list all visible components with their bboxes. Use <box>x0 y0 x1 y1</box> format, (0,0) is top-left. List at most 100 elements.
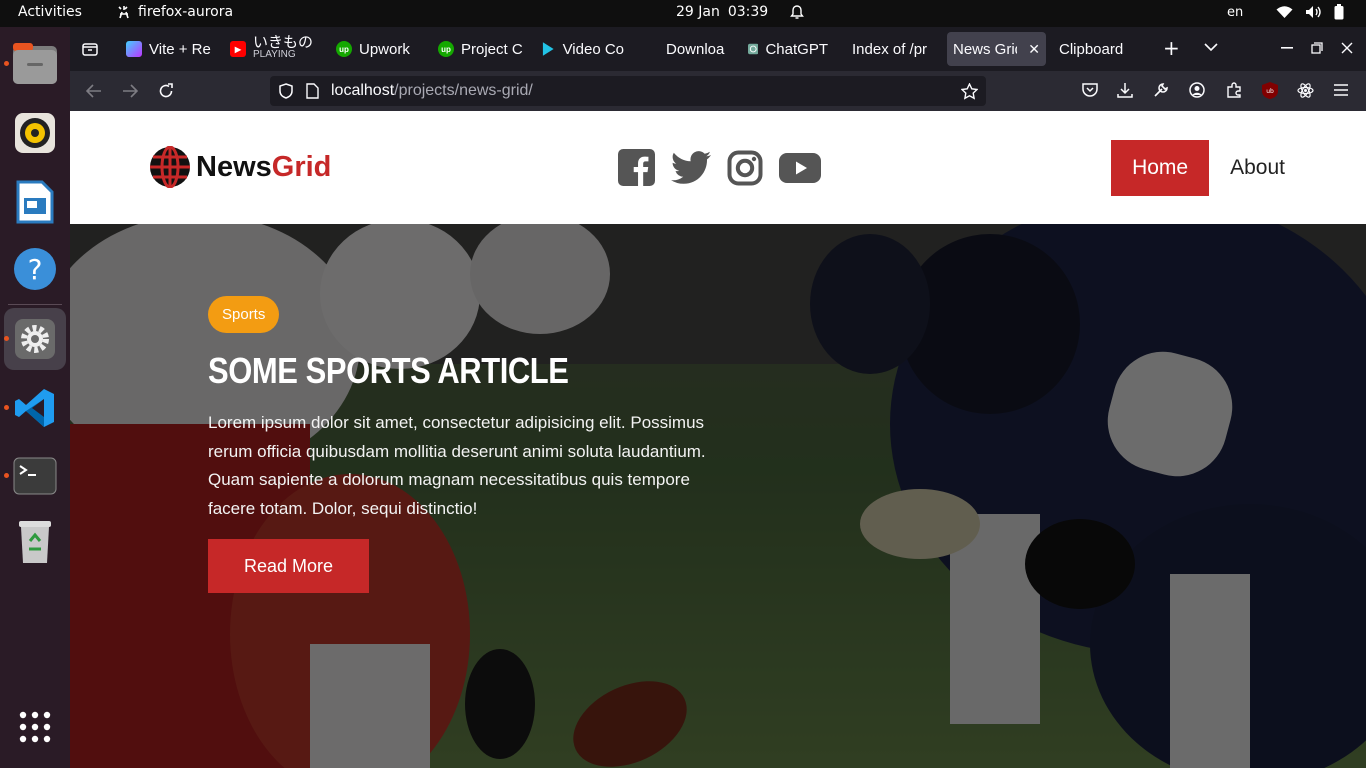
tab-index[interactable]: Index of /pr <box>846 32 940 66</box>
vscode-icon <box>15 389 54 427</box>
dock-files[interactable] <box>4 41 58 87</box>
browser-navbar: localhost/projects/news-grid/ ub <box>70 71 1366 111</box>
downloads-icon[interactable] <box>1117 82 1133 98</box>
tab-project[interactable]: up Project C <box>432 32 526 66</box>
logo-text-grid: Grid <box>271 150 332 183</box>
site-info-shield-icon[interactable] <box>278 83 294 99</box>
page-icon <box>306 83 319 99</box>
back-icon[interactable] <box>86 84 102 98</box>
ublock-origin-icon[interactable]: ub <box>1262 82 1278 99</box>
app-menu-hamburger-icon[interactable] <box>1334 84 1348 96</box>
url-host: localhost <box>331 82 395 99</box>
tab-youtube[interactable]: ▶ いきもの PLAYING <box>224 32 316 66</box>
tab-label: Clipboard <box>1059 40 1124 58</box>
youtube-icon[interactable] <box>779 152 821 184</box>
browser-tab-strip: Vite + Re ▶ いきもの PLAYING up Upwork up Pr… <box>70 27 1366 71</box>
tab-label: News Grid <box>953 40 1018 58</box>
svg-text:?: ? <box>28 253 43 286</box>
battery-icon <box>1334 4 1344 20</box>
close-window-icon[interactable] <box>1341 42 1353 54</box>
nav-about-link[interactable]: About <box>1209 140 1306 196</box>
tab-label: ChatGPT <box>765 40 828 58</box>
input-language[interactable]: en <box>1227 5 1243 20</box>
tab-downloads[interactable]: Downloa <box>660 32 730 66</box>
article-excerpt: Lorem ipsum dolor sit amet, consectetur … <box>208 413 706 518</box>
dock-terminal[interactable] <box>4 453 58 499</box>
dock-show-apps[interactable] <box>12 704 58 750</box>
dock-separator <box>8 304 62 305</box>
minimize-icon[interactable] <box>1281 47 1293 49</box>
tab-groups-icon[interactable] <box>82 41 98 57</box>
tab-vite[interactable]: Vite + Re <box>120 32 218 66</box>
tab-video[interactable]: Video Co <box>534 32 630 66</box>
forward-icon[interactable] <box>122 84 138 98</box>
dock-vscode[interactable] <box>4 385 58 431</box>
volume-icon <box>1306 6 1321 18</box>
bookmark-star-icon[interactable] <box>961 82 978 100</box>
instagram-icon[interactable] <box>727 150 763 186</box>
pocket-icon[interactable] <box>1082 82 1098 97</box>
upwork-icon: up <box>438 41 454 57</box>
rhythmbox-icon <box>15 113 55 153</box>
dock-rhythmbox[interactable] <box>12 110 58 156</box>
app-name: firefox-aurora <box>138 4 234 20</box>
logo-text-news: News <box>196 150 272 183</box>
dev-tools-wrench-icon[interactable] <box>1153 82 1169 98</box>
new-tab-icon[interactable]: + <box>1163 36 1180 60</box>
svg-text:ub: ub <box>1266 88 1274 95</box>
clock-date: 29 Jan <box>676 4 720 20</box>
tab-news-grid[interactable]: News Grid ✕ <box>947 32 1046 66</box>
extensions-icon[interactable] <box>1226 82 1242 98</box>
dock-help[interactable]: ? <box>12 246 58 292</box>
tab-label: Index of /pr <box>852 40 928 58</box>
chatgpt-icon <box>748 43 759 55</box>
tab-chatgpt[interactable]: ChatGPT <box>742 32 834 66</box>
site-logo[interactable]: NewsGrid <box>149 146 331 188</box>
category-badge[interactable]: Sports <box>208 296 280 333</box>
dock: ? <box>0 27 70 768</box>
url-text[interactable]: localhost/projects/news-grid/ <box>331 82 533 100</box>
video-icon <box>542 42 554 56</box>
trash-icon <box>19 521 51 563</box>
reload-icon[interactable] <box>158 83 174 99</box>
account-icon[interactable] <box>1189 82 1205 98</box>
maximize-icon[interactable] <box>1311 42 1323 54</box>
show-apps-icon <box>19 711 51 743</box>
dock-trash[interactable] <box>12 519 58 565</box>
firefox-app-icon <box>118 6 129 19</box>
help-icon: ? <box>14 248 56 290</box>
site-header: NewsGrid Home About <box>70 111 1366 224</box>
tab-upwork[interactable]: up Upwork <box>330 32 422 66</box>
facebook-icon[interactable] <box>618 149 655 186</box>
tab-clipboard[interactable]: Clipboard <box>1053 32 1145 66</box>
social-links <box>618 149 821 186</box>
twitter-icon[interactable] <box>671 150 711 185</box>
activities-button[interactable]: Activities <box>18 4 82 20</box>
tab-label: いきもの <box>253 34 314 51</box>
dock-settings[interactable] <box>4 316 58 362</box>
tab-label-group: いきもの PLAYING <box>253 34 314 61</box>
nav-home-link[interactable]: Home <box>1111 140 1210 196</box>
running-indicator <box>4 61 9 66</box>
globe-logo-icon <box>150 146 190 188</box>
app-menu[interactable]: firefox-aurora <box>116 4 233 20</box>
vite-icon <box>126 41 142 57</box>
main-nav: Home About <box>1111 140 1306 196</box>
tab-label: Vite + Re <box>149 40 211 58</box>
read-more-button[interactable]: Read More <box>208 539 370 593</box>
list-all-tabs-icon[interactable] <box>1204 42 1218 52</box>
dock-libreoffice-impress[interactable] <box>12 179 58 225</box>
system-tray[interactable] <box>1276 4 1344 20</box>
notification-bell-icon <box>790 4 805 19</box>
tab-label: Project C <box>461 40 523 58</box>
upwork-icon: up <box>336 41 352 57</box>
running-indicator <box>4 473 9 478</box>
tab-close-icon[interactable]: ✕ <box>1028 41 1040 58</box>
clock[interactable]: 29 Jan 03:39 <box>676 4 805 20</box>
article-title: Some Sports Article <box>208 350 569 391</box>
clock-time: 03:39 <box>727 4 769 20</box>
settings-icon <box>15 319 55 359</box>
url-bar[interactable]: localhost/projects/news-grid/ <box>270 76 986 106</box>
hero-content: Sports Some Sports Article Lorem ipsum d… <box>208 296 728 593</box>
react-devtools-icon[interactable] <box>1297 82 1314 99</box>
